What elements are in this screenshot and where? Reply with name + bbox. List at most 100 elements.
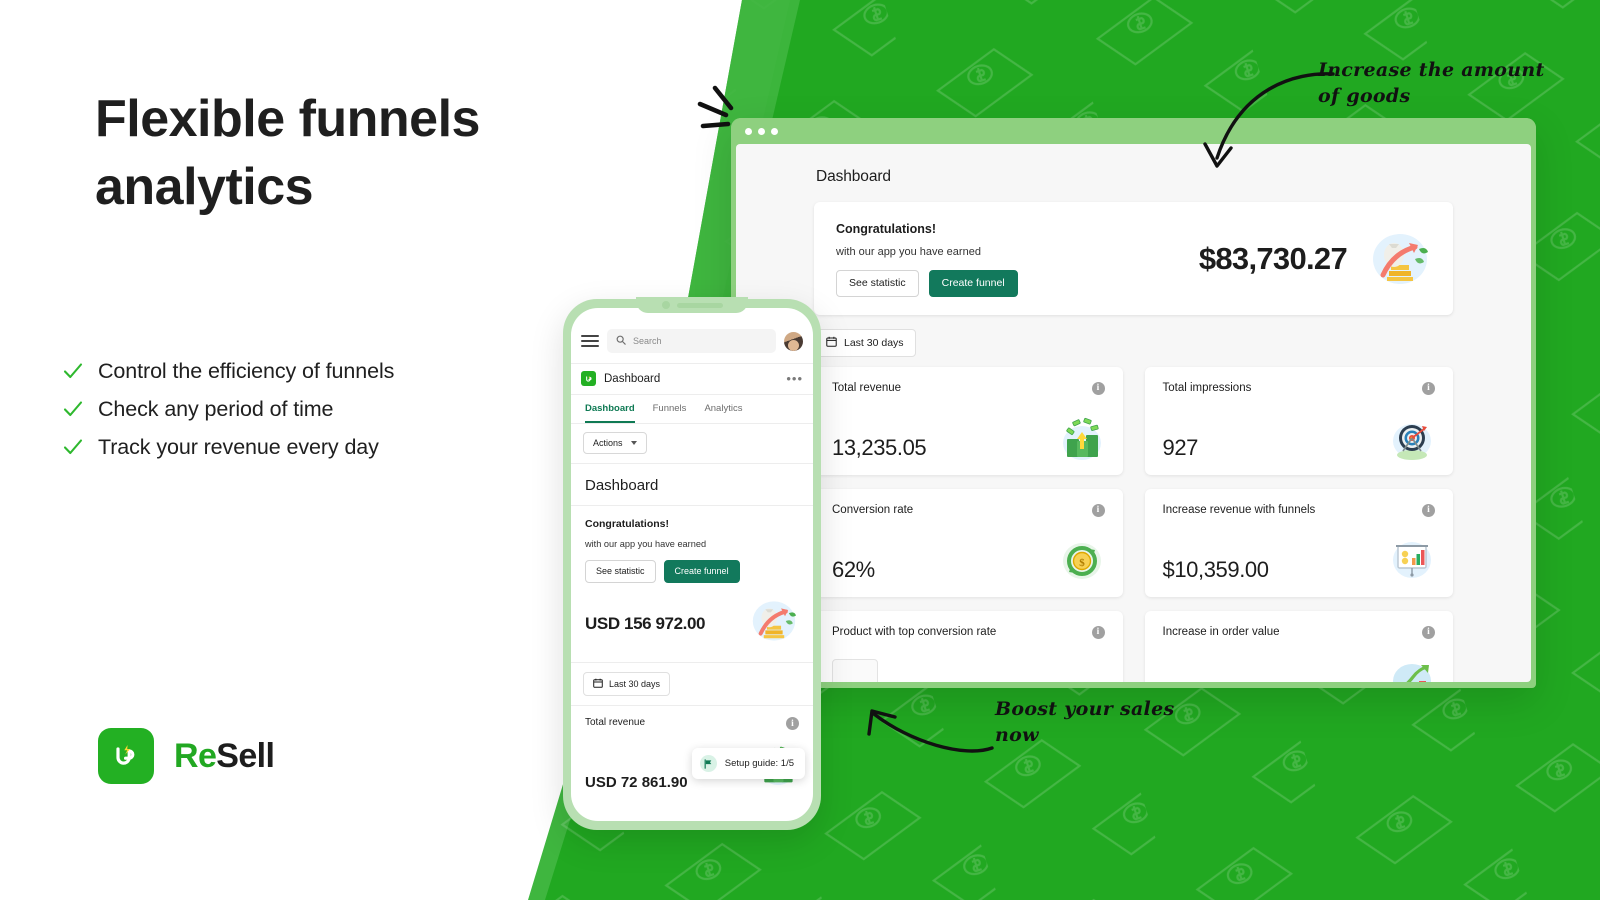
avatar[interactable] <box>784 331 803 351</box>
up-arrow-logo-icon <box>581 371 596 386</box>
feature-label: Check any period of time <box>98 396 334 421</box>
more-options-icon[interactable]: ••• <box>786 371 803 386</box>
feature-label: Track your revenue every day <box>98 434 379 459</box>
stat-card-order-value: Increase in order value i <box>1144 610 1453 682</box>
stat-label: Total revenue <box>585 717 646 728</box>
info-icon[interactable]: i <box>1422 381 1435 395</box>
date-filter-chip[interactable]: Last 30 days <box>583 672 671 696</box>
stat-card-top-product: Product with top conversion rate i <box>814 610 1123 682</box>
stat-label: Product with top conversion rate <box>832 625 997 638</box>
actions-label: Actions <box>593 438 623 448</box>
stat-value: $10,359.00 <box>1162 556 1270 582</box>
desktop-browser-mockup: Dashboard Congratulations! with our app … <box>731 118 1536 688</box>
setup-guide-label: Setup guide: 1/5 <box>724 758 794 769</box>
feature-list: Control the efficiency of funnels Check … <box>62 352 512 466</box>
phone-camera-icon <box>661 301 670 309</box>
see-statistic-button[interactable]: See statistic <box>836 270 919 297</box>
brand-logo: ReSell <box>98 728 275 784</box>
search-icon <box>616 335 626 347</box>
up-arrow-logo-icon <box>98 728 154 784</box>
stat-label: Increase revenue with funnels <box>1162 503 1316 516</box>
stat-value: 62% <box>832 556 875 582</box>
congrats-title: Congratulations! <box>585 518 669 530</box>
svg-text:$: $ <box>1079 557 1085 569</box>
mobile-actions-row: Actions <box>571 424 813 464</box>
stat-card-total-revenue: Total revenue i 13,235.05 <box>814 366 1123 475</box>
phone-speaker-icon <box>676 302 723 308</box>
annotation-top-text: Increase the amount of goods <box>1318 59 1545 107</box>
dashboard-heading: Dashboard <box>816 168 891 185</box>
mobile-amount-row: USD 156 972.00 <box>571 583 813 663</box>
congrats-subtitle: with our app you have earned <box>585 539 707 549</box>
growth-arrow-chart-icon <box>1389 659 1435 682</box>
create-funnel-button[interactable]: Create funnel <box>663 560 740 583</box>
mobile-screen: Search Dashboard ••• Dashboard Funnels A… <box>571 308 813 821</box>
stat-label: Conversion rate <box>832 503 914 516</box>
date-filter-label: Last 30 days <box>609 679 661 689</box>
check-icon <box>62 436 84 458</box>
date-filter-chip[interactable]: Last 30 days <box>814 328 916 357</box>
tab-analytics[interactable]: Analytics <box>704 403 742 423</box>
stat-label: Increase in order value <box>1162 625 1280 638</box>
info-icon[interactable]: i <box>1091 503 1105 517</box>
target-dartboard-icon <box>1389 415 1435 461</box>
stat-card-total-impressions: Total impressions i 927 <box>1144 366 1453 475</box>
check-icon <box>62 398 84 420</box>
tab-funnels[interactable]: Funnels <box>653 403 687 423</box>
stat-value: 13,235.05 <box>832 434 927 460</box>
stat-value: 927 <box>1162 434 1199 460</box>
search-placeholder: Search <box>633 336 662 346</box>
mobile-date-filter-row: Last 30 days <box>571 663 813 706</box>
congrats-title: Congratulations! <box>836 222 936 236</box>
brand-name-part1: Re <box>174 736 217 775</box>
search-input[interactable]: Search <box>607 329 776 353</box>
phone-notch <box>636 297 748 313</box>
browser-dot-close-icon <box>745 127 752 135</box>
tab-dashboard[interactable]: Dashboard <box>585 403 635 423</box>
congrats-amount: USD 156 972.00 <box>585 613 706 633</box>
actions-dropdown[interactable]: Actions <box>583 432 647 454</box>
brand-name-part2: Sell <box>216 736 275 775</box>
flag-icon <box>699 755 717 772</box>
info-icon[interactable]: i <box>1422 503 1435 517</box>
product-thumbnail-icon <box>832 658 878 682</box>
info-icon[interactable]: i <box>1091 625 1105 639</box>
coin-refresh-icon: $ <box>1059 537 1105 583</box>
stat-label: Total impressions <box>1162 381 1252 394</box>
stat-card-increase-revenue: Increase revenue with funnels i $10,359.… <box>1144 488 1453 597</box>
chevron-down-icon <box>630 441 637 445</box>
see-statistic-button[interactable]: See statistic <box>585 560 656 583</box>
feature-item: Check any period of time <box>62 390 512 428</box>
create-funnel-button[interactable]: Create funnel <box>928 270 1018 297</box>
annotation-arrow-bottom-icon <box>867 709 994 753</box>
mobile-tab-bar: Dashboard Funnels Analytics <box>571 395 813 424</box>
promo-banner: Flexible funnels analytics Control the e… <box>0 0 1600 900</box>
browser-titlebar <box>731 118 1536 144</box>
info-icon[interactable]: i <box>786 717 799 730</box>
page-title: Flexible funnels analytics <box>95 90 480 216</box>
mobile-app-header: Dashboard ••• <box>571 363 813 395</box>
calendar-icon <box>826 336 837 350</box>
stat-cards-grid: Total revenue i 13,235.05 Total impressi… <box>814 366 1453 682</box>
congrats-amount: $83,730.27 <box>1198 241 1348 277</box>
setup-guide-pill[interactable]: Setup guide: 1/5 <box>691 748 805 779</box>
dashboard-screen: Dashboard Congratulations! with our app … <box>736 144 1531 682</box>
info-icon[interactable]: i <box>1422 625 1435 639</box>
stat-label: Total revenue <box>832 381 902 394</box>
mobile-app-title: Dashboard <box>604 372 661 385</box>
stat-card-conversion-rate: Conversion rate i 62% $ <box>814 488 1123 597</box>
hamburger-menu-icon[interactable] <box>581 331 599 350</box>
mobile-topbar: Search <box>571 308 813 363</box>
info-icon[interactable]: i <box>1091 381 1105 395</box>
feature-item: Control the efficiency of funnels <box>62 352 512 390</box>
congratulations-card: Congratulations! with our app you have e… <box>814 202 1453 315</box>
check-icon <box>62 360 84 382</box>
feature-label: Control the efficiency of funnels <box>98 358 395 383</box>
annotation-bottom-text: Boost your sales now <box>995 698 1175 746</box>
congrats-subtitle: with our app you have earned <box>836 246 981 258</box>
browser-dot-minimize-icon <box>758 127 765 135</box>
money-stack-icon <box>1059 415 1105 461</box>
feature-item: Track your revenue every day <box>62 428 512 466</box>
mobile-phone-mockup: Search Dashboard ••• Dashboard Funnels A… <box>563 297 821 830</box>
marketing-copy: Flexible funnels analytics <box>95 86 525 221</box>
